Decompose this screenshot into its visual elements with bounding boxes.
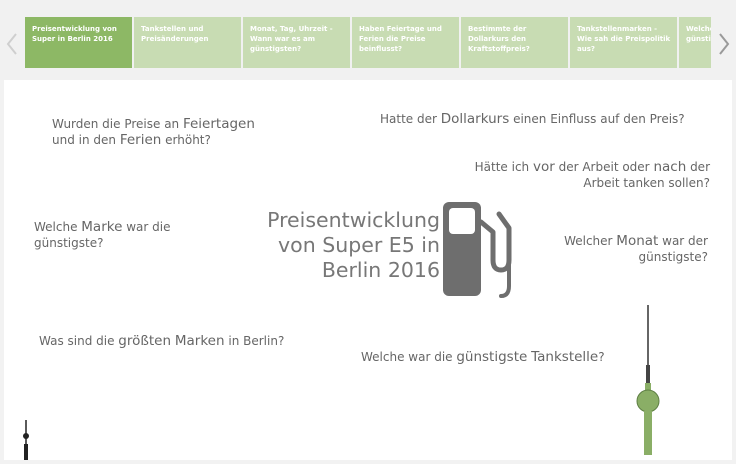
- tabs-viewport: Preisentwicklung von Super in Berlin 201…: [25, 17, 711, 68]
- question-text: und in den: [52, 133, 120, 147]
- tv-tower-icon: [635, 305, 661, 461]
- question-worktime[interactable]: Hätte ich vor der Arbeit oder nach der A…: [475, 159, 710, 191]
- small-tv-tower-icon: [20, 420, 32, 464]
- tab-bar: Preisentwicklung von Super in Berlin 201…: [0, 0, 736, 80]
- tab-tankstellen[interactable]: Tankstellen und Preisänderungen: [134, 17, 241, 68]
- question-text: ?: [598, 350, 605, 364]
- question-text: in Berlin?: [224, 334, 285, 348]
- tab-guenstigste[interactable]: Welche war die günstigste?: [679, 17, 711, 68]
- chevron-left-icon[interactable]: [4, 30, 20, 58]
- tab-preisentwicklung[interactable]: Preisentwicklung von Super in Berlin 201…: [25, 17, 132, 68]
- question-text: günstigste?: [34, 236, 104, 250]
- question-keyword: Feiertagen: [182, 116, 255, 132]
- question-biggest-brands[interactable]: Was sind die größten Marken in Berlin?: [39, 333, 284, 349]
- title-line: von Super E5 in: [278, 233, 440, 257]
- page-title: Preisentwicklung von Super E5 in Berlin …: [262, 208, 440, 283]
- question-dollar[interactable]: Hatte der Dollarkurs einen Einfluss auf …: [380, 111, 685, 127]
- question-text: erhöht?: [161, 133, 211, 147]
- question-text: einen Einfluss auf den Preis?: [509, 112, 685, 126]
- tab-dollarkurs[interactable]: Bestimmte der Dollarkurs den Kraftstoffp…: [461, 17, 568, 68]
- question-keyword: günstigste: [456, 349, 528, 365]
- title-line: Berlin 2016: [321, 258, 440, 282]
- fuel-pump-icon: [441, 200, 521, 304]
- tab-tankstellenmarken[interactable]: Tankstellenmarken - Wie sah die Preispol…: [570, 17, 677, 68]
- question-text: Welcher: [564, 234, 617, 248]
- question-text: war die: [122, 220, 171, 234]
- question-keyword: größten: [118, 333, 172, 349]
- question-text: Welche: [34, 220, 82, 234]
- tab-feiertage[interactable]: Haben Feiertage und Ferien die Preise be…: [352, 17, 459, 68]
- question-keyword: vor: [532, 159, 555, 175]
- question-month[interactable]: Welcher Monat war der günstigste?: [564, 233, 708, 265]
- chevron-right-icon[interactable]: [716, 30, 732, 58]
- question-keyword: Tankstelle: [531, 349, 599, 365]
- question-text: Arbeit tanken sollen?: [583, 176, 710, 190]
- question-keyword: Marken: [174, 333, 225, 349]
- question-text: Wurden die Preise an: [52, 117, 183, 131]
- main-panel: Wurden die Preise an Feiertagen und in d…: [4, 80, 732, 461]
- question-cheapest-station[interactable]: Welche war die günstigste Tankstelle?: [361, 349, 605, 365]
- question-text: Welche war die: [361, 350, 457, 364]
- question-text: günstigste?: [638, 250, 708, 264]
- question-holidays[interactable]: Wurden die Preise an Feiertagen und in d…: [52, 116, 255, 148]
- title-line: Preisentwicklung: [267, 208, 440, 232]
- question-keyword: Monat: [616, 233, 659, 249]
- question-keyword: Ferien: [119, 132, 162, 148]
- question-keyword: Marke: [81, 219, 123, 235]
- question-text: war der: [658, 234, 708, 248]
- question-text: Hatte der: [380, 112, 441, 126]
- question-text: Was sind die: [39, 334, 119, 348]
- question-text: Hätte ich: [474, 160, 533, 174]
- question-keyword: nach: [653, 159, 687, 175]
- question-text: der: [686, 160, 710, 174]
- question-brand[interactable]: Welche Marke war die günstigste?: [34, 219, 170, 251]
- question-keyword: Dollarkurs: [440, 111, 510, 127]
- tab-monat-tag-uhrzeit[interactable]: Monat, Tag, Uhrzeit - Wann war es am gün…: [243, 17, 350, 68]
- question-text: der Arbeit oder: [554, 160, 654, 174]
